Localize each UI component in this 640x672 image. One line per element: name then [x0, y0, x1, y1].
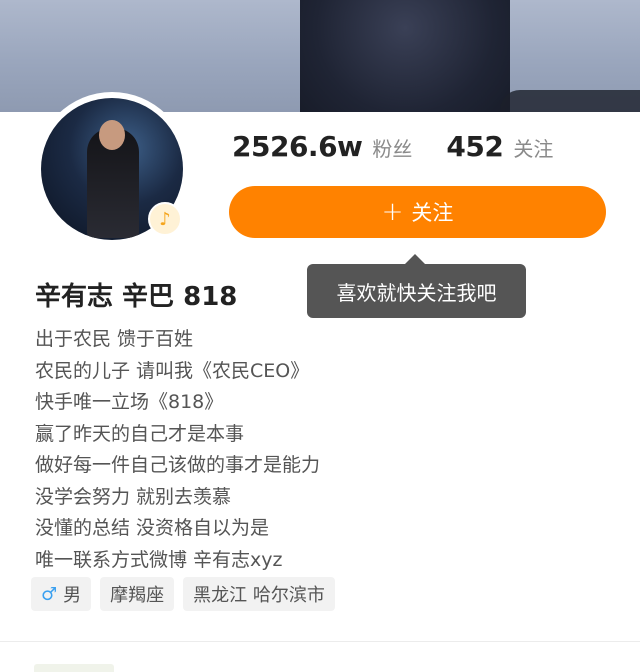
next-section-chip [34, 664, 114, 672]
bio-line: 唯一联系方式微博 辛有志xyz [35, 548, 283, 571]
following-label: 关注 [513, 137, 554, 161]
location-tag: 黑龙江 哈尔滨市 [183, 577, 335, 611]
cover-chair [500, 90, 640, 112]
bio-line: 快手唯一立场《818》 [35, 391, 224, 413]
fans-count: 2526.6w [232, 130, 363, 163]
zodiac-text: 摩羯座 [110, 585, 165, 606]
fans-stat[interactable]: 2526.6w 粉丝 [232, 130, 412, 163]
following-stat[interactable]: 452 关注 [446, 130, 553, 163]
profile-name: 辛有志 辛巴 818 [35, 282, 238, 312]
section-divider [0, 641, 640, 642]
following-count: 452 [446, 130, 504, 163]
profile-bio: 出于农民 馈于百姓 农民的儿子 请叫我《农民CEO》 快手唯一立场《818》 赢… [35, 324, 320, 576]
male-icon: ♂ [41, 583, 58, 605]
profile-stats: 2526.6w 粉丝 452 关注 [232, 130, 553, 163]
location-text: 黑龙江 哈尔滨市 [193, 585, 325, 606]
plus-icon: + [381, 197, 404, 227]
music-note-icon[interactable]: ♪ [148, 202, 182, 236]
avatar-person-head [99, 120, 125, 150]
profile-tags: ♂ 男 摩羯座 黑龙江 哈尔滨市 [31, 577, 344, 611]
zodiac-tag: 摩羯座 [100, 577, 175, 611]
tooltip-text: 喜欢就快关注我吧 [336, 280, 497, 305]
bio-line: 出于农民 馈于百姓 [35, 328, 194, 350]
follow-tooltip: 喜欢就快关注我吧 [307, 254, 526, 318]
cover-person-figure [300, 0, 510, 112]
bio-line: 没学会努力 就别去羡慕 [35, 485, 232, 508]
bio-line: 赢了昨天的自己才是本事 [35, 422, 245, 445]
gender-text: 男 [63, 585, 82, 606]
follow-button[interactable]: + 关注 [229, 186, 606, 238]
follow-button-label: 关注 [411, 201, 454, 225]
bio-line: 没懂的总结 没资格自以为是 [35, 517, 270, 539]
fans-label: 粉丝 [372, 137, 413, 161]
gender-tag: ♂ 男 [31, 577, 92, 611]
bio-line: 农民的儿子 请叫我《农民CEO》 [35, 359, 310, 382]
bio-line: 做好每一件自己该做的事才是能力 [35, 454, 321, 476]
